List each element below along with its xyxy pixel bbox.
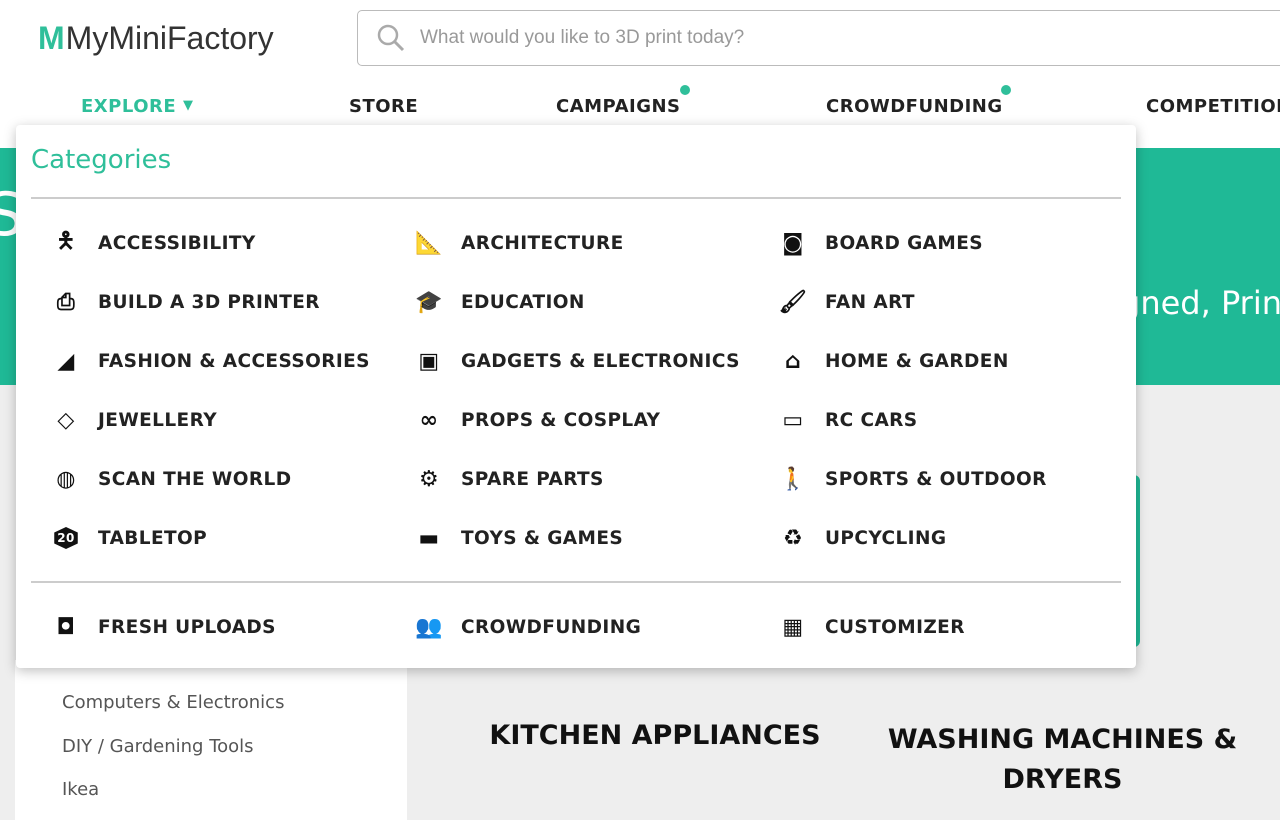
d20-icon: 20 (51, 523, 81, 553)
category-label: FRESH UPLOADS (98, 616, 276, 638)
nav-campaigns[interactable]: CAMPAIGNS (556, 96, 681, 117)
category-label: CROWDFUNDING (461, 616, 642, 638)
category-scan-the-world[interactable]: ◍ SCAN THE WORLD (51, 464, 291, 494)
category-accessibility[interactable]: 🯅 ACCESSIBILITY (51, 228, 256, 258)
category-label: GADGETS & ELECTRONICS (461, 350, 740, 372)
divider (31, 581, 1121, 583)
search-input[interactable] (420, 27, 1220, 49)
category-label: JEWELLERY (98, 409, 218, 431)
mask-icon: ∞ (419, 407, 439, 433)
sidebar: Computers & Electronics DIY / Gardening … (15, 660, 407, 820)
category-label: ARCHITECTURE (461, 232, 624, 254)
recycle-icon: ♻ (782, 525, 804, 551)
category-label: SCAN THE WORLD (98, 468, 292, 490)
category-label: ACCESSIBILITY (98, 232, 256, 254)
category-label: BUILD A 3D PRINTER (98, 291, 320, 313)
category-tabletop[interactable]: 20 TABLETOP (51, 523, 207, 553)
category-upcycling[interactable]: ♻ UPCYCLING (778, 523, 946, 553)
category-label: FASHION & ACCESSORIES (98, 350, 370, 372)
nav-store[interactable]: STORE (349, 96, 418, 117)
category-label: SPORTS & OUTDOOR (825, 468, 1047, 490)
diamond-icon: ◇ (57, 407, 75, 433)
category-home-garden[interactable]: ⌂ HOME & GARDEN (778, 346, 1009, 376)
category-label: RC CARS (825, 409, 918, 431)
category-board-games[interactable]: ◙ BOARD GAMES (778, 228, 983, 258)
divider (31, 197, 1121, 199)
logo-text: MyMiniFactory (65, 20, 274, 56)
camera-icon: ◘ (56, 614, 76, 640)
sidebar-item[interactable]: Ikea (62, 779, 99, 800)
people-icon: 👥 (415, 614, 443, 640)
home-icon: ⌂ (784, 348, 802, 374)
hiker-icon: 🚶 (779, 466, 807, 492)
graduation-cap-icon: 🎓 (415, 289, 443, 315)
category-fan-art[interactable]: 🖌 FAN ART (778, 287, 915, 317)
globe-icon: ◍ (56, 466, 76, 492)
dashboard-icon: ▦ (782, 614, 804, 640)
category-label: UPCYCLING (825, 527, 947, 549)
category-gadgets-electronics[interactable]: ▣ GADGETS & ELECTRONICS (414, 346, 740, 376)
category-crowdfunding[interactable]: 👥 CROWDFUNDING (414, 612, 641, 642)
category-label: PROPS & COSPLAY (461, 409, 661, 431)
category-rc-cars[interactable]: ▭ RC CARS (778, 405, 918, 435)
category-sports-outdoor[interactable]: 🚶 SPORTS & OUTDOOR (778, 464, 1047, 494)
category-label: EDUCATION (461, 291, 585, 313)
card-title[interactable]: WASHING MACHINES & DRYERS (880, 720, 1245, 800)
search-icon (377, 24, 405, 52)
ruler-icon: 📐 (415, 230, 443, 256)
gear-icon: ⚙ (418, 466, 440, 492)
category-props-cosplay[interactable]: ∞ PROPS & COSPLAY (414, 405, 660, 435)
category-label: TOYS & GAMES (461, 527, 624, 549)
search-bar[interactable] (357, 10, 1280, 66)
notification-dot (1001, 85, 1011, 95)
explore-dropdown: Categories 🯅 ACCESSIBILITY 📐 ARCHITECTURE ◙ B… (16, 125, 1136, 668)
car-icon: ▭ (782, 407, 804, 433)
notification-dot (680, 85, 690, 95)
whistle-icon: ◙ (782, 230, 804, 256)
category-label: TABLETOP (98, 527, 208, 549)
category-label: HOME & GARDEN (825, 350, 1009, 372)
category-customizer[interactable]: ▦ CUSTOMIZER (778, 612, 965, 642)
menu-title: Categories (31, 145, 172, 175)
category-toys-games[interactable]: ▬ TOYS & GAMES (414, 523, 623, 553)
caret-down-icon: ▼ (182, 98, 194, 113)
category-label: FAN ART (825, 291, 915, 313)
sidebar-item[interactable]: Computers & Electronics (62, 692, 284, 713)
hero-subtitle: gned, Prin (1120, 284, 1280, 322)
high-heel-icon: ◢ (57, 348, 75, 374)
category-label: BOARD GAMES (825, 232, 983, 254)
gamepad-icon: ▣ (418, 348, 440, 374)
paintbrush-icon: 🖌 (778, 289, 808, 315)
sidebar-item[interactable]: DIY / Gardening Tools (62, 736, 254, 757)
logo[interactable]: M MyMiniFactory (38, 20, 274, 57)
category-architecture[interactable]: 📐 ARCHITECTURE (414, 228, 624, 258)
nav-explore[interactable]: EXPLORE ▼ (81, 96, 193, 117)
accessibility-icon: 🯅 (56, 229, 76, 254)
toy-car-icon: ▬ (418, 525, 440, 551)
card-title[interactable]: KITCHEN APPLIANCES (480, 720, 830, 751)
nav-competitions[interactable]: COMPETITIONS (1146, 96, 1280, 117)
category-jewellery[interactable]: ◇ JEWELLERY (51, 405, 217, 435)
category-label: CUSTOMIZER (825, 616, 965, 638)
printer-icon: ⎙ (56, 289, 75, 315)
category-fashion-accessories[interactable]: ◢ FASHION & ACCESSORIES (51, 346, 370, 376)
logo-m-icon: M (38, 20, 65, 56)
category-fresh-uploads[interactable]: ◘ FRESH UPLOADS (51, 612, 276, 642)
category-spare-parts[interactable]: ⚙ SPARE PARTS (414, 464, 604, 494)
nav-crowdfunding[interactable]: CROWDFUNDING (826, 96, 1003, 117)
category-build-a-3d-printer[interactable]: ⎙ BUILD A 3D PRINTER (51, 287, 320, 317)
category-education[interactable]: 🎓 EDUCATION (414, 287, 585, 317)
category-label: SPARE PARTS (461, 468, 604, 490)
